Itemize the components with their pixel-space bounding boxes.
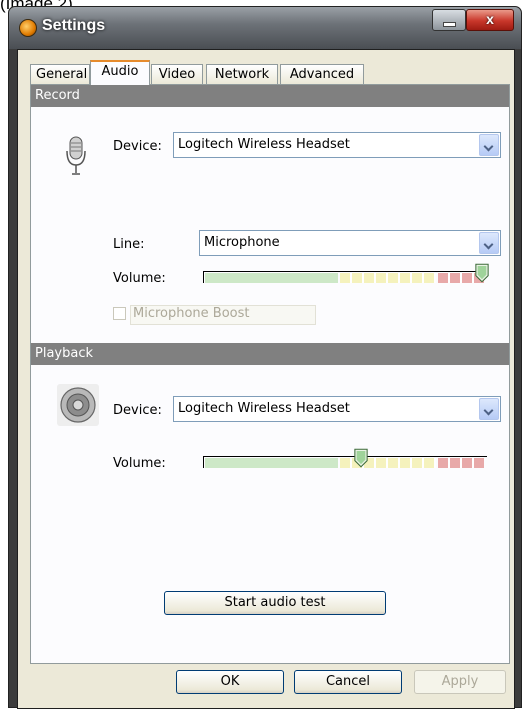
window-title: Settings (42, 17, 106, 34)
record-volume-label: Volume: (113, 271, 166, 286)
record-volume-slider[interactable] (203, 263, 489, 285)
microphone-boost-label: Microphone Boost (130, 305, 316, 325)
line-value: Microphone (204, 235, 280, 250)
app-logo-icon (19, 19, 37, 37)
tab-audio[interactable]: Audio (90, 60, 150, 85)
line-label: Line: (113, 237, 145, 252)
playback-volume-thumb[interactable] (354, 448, 368, 468)
meter-green-zone (205, 458, 338, 468)
playback-device-label: Device: (113, 403, 162, 418)
speaker-icon (56, 383, 100, 427)
tab-video[interactable]: Video (151, 64, 203, 84)
minimize-button[interactable] (432, 9, 466, 31)
playback-device-value: Logitech Wireless Headset (178, 401, 350, 416)
ok-button[interactable]: OK (176, 670, 284, 694)
tab-advanced[interactable]: Advanced (280, 64, 364, 84)
playback-section-header: Playback (31, 343, 509, 365)
playback-volume-label: Volume: (113, 456, 166, 471)
close-button[interactable]: x (466, 9, 514, 31)
record-device-label: Device: (113, 139, 162, 154)
microphone-boost-checkbox[interactable] (113, 307, 126, 320)
microphone-icon (65, 135, 87, 179)
meter-red-zone (438, 458, 484, 468)
tab-network[interactable]: Network (206, 64, 278, 84)
title-bar[interactable]: Settings x (9, 7, 521, 49)
record-device-dropdown[interactable]: Logitech Wireless Headset (173, 132, 501, 158)
playback-volume-slider[interactable] (203, 448, 487, 470)
dialog-client-area: General Audio Video Network Advanced Rec… (17, 49, 515, 709)
meter-yellow-zone (340, 273, 436, 283)
settings-window: Settings x General Audio Video Network A… (8, 6, 522, 709)
start-audio-test-button[interactable]: Start audio test (164, 591, 386, 615)
close-icon: x (486, 11, 494, 27)
record-section-header: Record (31, 85, 509, 107)
audio-tab-panel: Record Device: Logitech Wireless Headset… (30, 84, 510, 664)
line-dropdown[interactable]: Microphone (199, 230, 501, 256)
chevron-down-icon[interactable] (479, 134, 499, 156)
chevron-down-icon[interactable] (479, 398, 499, 420)
record-device-value: Logitech Wireless Headset (178, 137, 350, 152)
record-volume-thumb[interactable] (475, 263, 489, 283)
apply-button[interactable]: Apply (414, 670, 506, 694)
playback-device-dropdown[interactable]: Logitech Wireless Headset (173, 396, 501, 422)
chevron-down-icon[interactable] (479, 232, 499, 254)
tab-general[interactable]: General (30, 64, 90, 84)
cancel-button[interactable]: Cancel (294, 670, 402, 694)
meter-green-zone (205, 273, 338, 283)
